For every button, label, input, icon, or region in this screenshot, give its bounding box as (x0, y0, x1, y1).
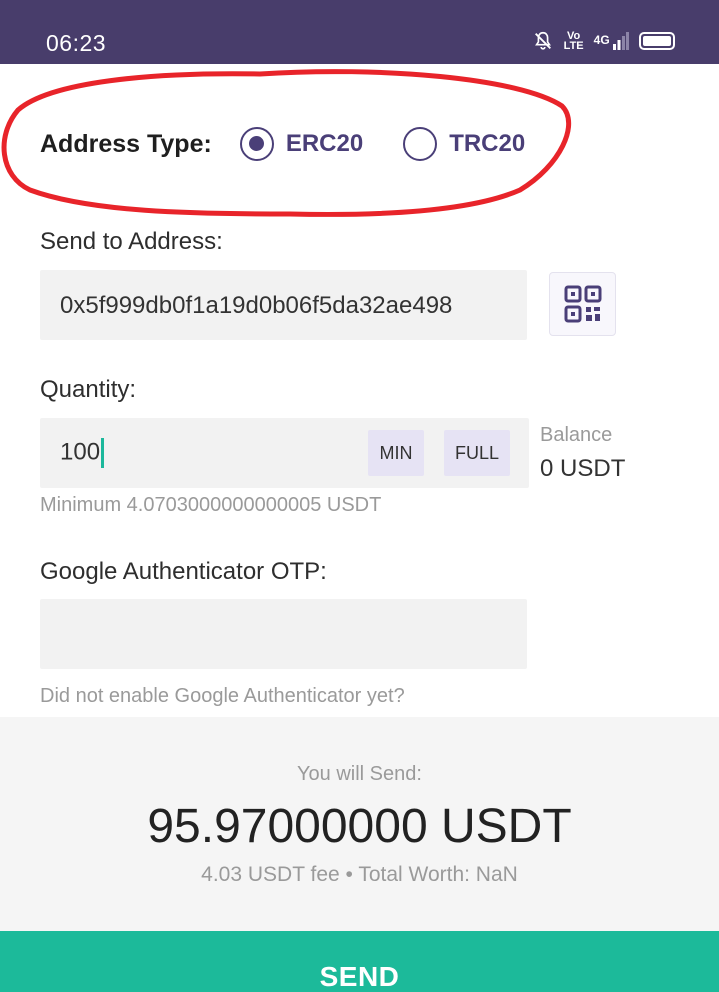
summary-fee: 4.03 USDT fee • Total Worth: NaN (201, 863, 518, 886)
summary-label: You will Send: (297, 763, 422, 785)
status-time: 06:23 (46, 30, 107, 56)
address-input[interactable]: 0x5f999db0f1a19d0b06f5da32ae498 (40, 270, 527, 340)
otp-enable-link[interactable]: Did not enable Google Authenticator yet? (40, 685, 405, 708)
signal-bars-icon (613, 32, 629, 50)
volte-icon: Vo LTE (563, 31, 584, 52)
otp-label: Google Authenticator OTP: (40, 558, 327, 585)
send-to-label: Send to Address: (40, 228, 223, 255)
radio-trc20-circle[interactable] (403, 127, 438, 161)
signal-icon: 4G (594, 32, 629, 50)
qr-code-icon (564, 285, 601, 323)
min-button[interactable]: MIN (368, 430, 424, 476)
quantity-label: Quantity: (40, 376, 137, 403)
text-caret (101, 438, 105, 468)
otp-input[interactable] (40, 599, 527, 669)
summary-amount: 95.97000000 USDT (147, 800, 572, 853)
radio-erc20-circle[interactable] (239, 127, 274, 161)
volte-bottom: LTE (563, 40, 584, 52)
balance-label: Balance (540, 424, 613, 446)
status-bar: 06:23 Vo LTE 4G (0, 0, 719, 64)
address-type-row: Address Type: ERC20 TRC20 (40, 126, 525, 162)
radio-trc20[interactable]: TRC20 (403, 127, 525, 161)
address-value[interactable]: 0x5f999db0f1a19d0b06f5da32ae498 (60, 292, 520, 320)
send-button[interactable]: SEND (0, 931, 719, 992)
minimum-note: Minimum 4.0703000000000005 USDT (40, 494, 382, 516)
radio-erc20[interactable]: ERC20 (239, 127, 363, 161)
battery-icon (639, 32, 675, 50)
address-type-label: Address Type: (40, 129, 212, 158)
full-button[interactable]: FULL (444, 430, 510, 476)
radio-erc20-label[interactable]: ERC20 (286, 130, 363, 158)
bell-off-icon (534, 31, 551, 50)
network-label: 4G (593, 33, 610, 48)
quantity-value[interactable]: 100 (60, 438, 100, 465)
status-icons: Vo LTE 4G (532, 30, 675, 52)
balance-value: 0 USDT (540, 455, 626, 482)
radio-trc20-label[interactable]: TRC20 (449, 130, 525, 158)
quantity-value-wrap[interactable]: 100 (60, 438, 105, 468)
send-summary: You will Send: 95.97000000 USDT 4.03 USD… (0, 717, 719, 931)
qr-scan-button[interactable] (549, 272, 616, 336)
